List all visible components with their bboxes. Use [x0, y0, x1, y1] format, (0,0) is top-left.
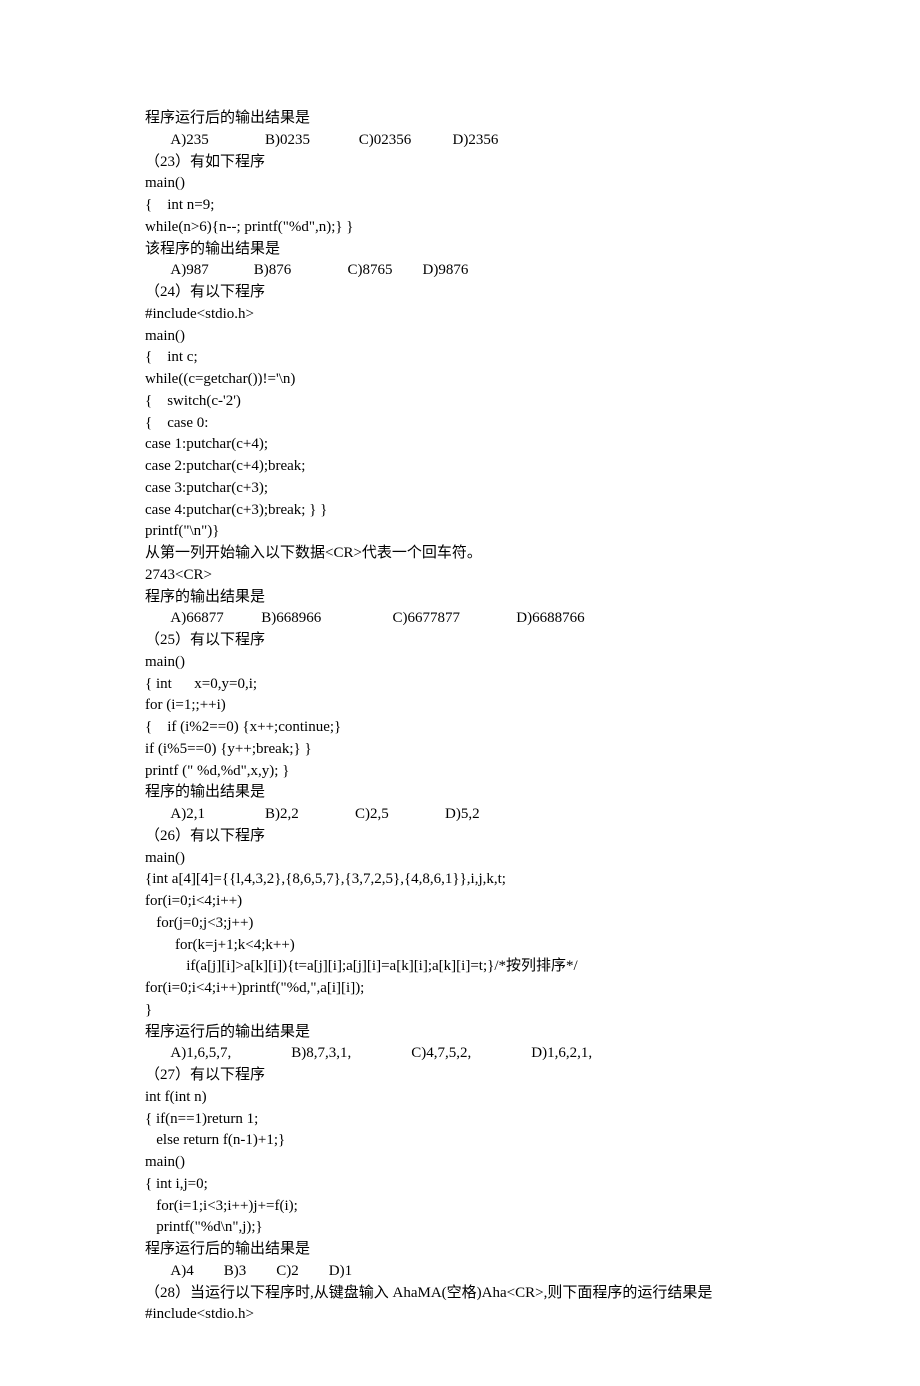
text-line: if(a[j][i]>a[k][i]){t=a[j][i];a[j][i]=a[…	[145, 956, 775, 978]
text-line: else return f(n-1)+1;}	[145, 1130, 775, 1152]
text-line: 程序的输出结果是	[145, 782, 775, 804]
document-page: 程序运行后的输出结果是 A)235 B)0235 C)02356 D)2356 …	[0, 0, 920, 1386]
text-line: 2743<CR>	[145, 565, 775, 587]
text-line: A)235 B)0235 C)02356 D)2356	[145, 130, 775, 152]
text-line: }	[145, 1000, 775, 1022]
text-line: main()	[145, 326, 775, 348]
text-line: main()	[145, 848, 775, 870]
text-line: A)4 B)3 C)2 D)1	[145, 1261, 775, 1283]
text-line: A)1,6,5,7, B)8,7,3,1, C)4,7,5,2, D)1,6,2…	[145, 1043, 775, 1065]
text-line: 该程序的输出结果是	[145, 239, 775, 261]
text-line: 程序运行后的输出结果是	[145, 108, 775, 130]
text-line: while((c=getchar())!='\n)	[145, 369, 775, 391]
text-line: case 2:putchar(c+4);break;	[145, 456, 775, 478]
text-line: case 4:putchar(c+3);break; } }	[145, 500, 775, 522]
text-line: main()	[145, 652, 775, 674]
text-line: （28）当运行以下程序时,从键盘输入 AhaMA(空格)Aha<CR>,则下面程…	[145, 1283, 775, 1305]
text-line: { int n=9;	[145, 195, 775, 217]
text-line: for (i=1;;++i)	[145, 695, 775, 717]
text-line: { switch(c-'2')	[145, 391, 775, 413]
text-line: A)66877 B)668966 C)6677877 D)6688766	[145, 608, 775, 630]
text-line: （25）有以下程序	[145, 630, 775, 652]
text-line: { int i,j=0;	[145, 1174, 775, 1196]
text-line: main()	[145, 173, 775, 195]
text-line: 从第一列开始输入以下数据<CR>代表一个回车符。	[145, 543, 775, 565]
text-line: case 3:putchar(c+3);	[145, 478, 775, 500]
text-line: for(i=0;i<4;i++)printf("%d,",a[i][i]);	[145, 978, 775, 1000]
text-line: A)987 B)876 C)8765 D)9876	[145, 260, 775, 282]
text-line: #include<stdio.h>	[145, 304, 775, 326]
text-line: for(k=j+1;k<4;k++)	[145, 935, 775, 957]
text-line: 程序运行后的输出结果是	[145, 1022, 775, 1044]
text-line: { if(n==1)return 1;	[145, 1109, 775, 1131]
text-line: { int c;	[145, 347, 775, 369]
text-line: （24）有以下程序	[145, 282, 775, 304]
text-line: 程序的输出结果是	[145, 587, 775, 609]
text-line: 程序运行后的输出结果是	[145, 1239, 775, 1261]
text-line: while(n>6){n--; printf("%d",n);} }	[145, 217, 775, 239]
text-line: #include<stdio.h>	[145, 1304, 775, 1326]
text-line: case 1:putchar(c+4);	[145, 434, 775, 456]
text-line: （23）有如下程序	[145, 152, 775, 174]
text-line: {int a[4][4]={{l,4,3,2},{8,6,5,7},{3,7,2…	[145, 869, 775, 891]
text-line: printf (" %d,%d",x,y); }	[145, 761, 775, 783]
text-line: main()	[145, 1152, 775, 1174]
text-line: { int x=0,y=0,i;	[145, 674, 775, 696]
text-line: printf("\n")}	[145, 521, 775, 543]
text-line: for(i=1;i<3;i++)j+=f(i);	[145, 1196, 775, 1218]
text-line: for(i=0;i<4;i++)	[145, 891, 775, 913]
text-line: A)2,1 B)2,2 C)2,5 D)5,2	[145, 804, 775, 826]
text-line: { case 0:	[145, 413, 775, 435]
text-line: if (i%5==0) {y++;break;} }	[145, 739, 775, 761]
text-line: （26）有以下程序	[145, 826, 775, 848]
text-line: { if (i%2==0) {x++;continue;}	[145, 717, 775, 739]
text-line: for(j=0;j<3;j++)	[145, 913, 775, 935]
text-line: int f(int n)	[145, 1087, 775, 1109]
text-line: printf("%d\n",j);}	[145, 1217, 775, 1239]
text-line: （27）有以下程序	[145, 1065, 775, 1087]
